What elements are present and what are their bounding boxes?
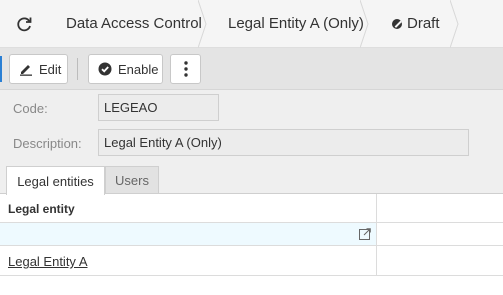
draft-status-icon xyxy=(392,18,402,29)
legal-entity-link[interactable]: Legal Entity A xyxy=(8,254,88,269)
enable-button-label: Enable xyxy=(118,61,159,77)
more-options-button[interactable] xyxy=(170,54,201,84)
breadcrumb-item-status: Draft xyxy=(370,0,460,48)
code-label: Code: xyxy=(13,101,48,116)
breadcrumb-separator xyxy=(450,0,459,48)
edit-button-label: Edit xyxy=(39,61,62,77)
breadcrumb-label: Legal Entity A (Only) xyxy=(228,15,364,32)
edit-button[interactable]: Edit xyxy=(9,54,68,84)
tab-legal-entities[interactable]: Legal entities xyxy=(6,166,105,195)
refresh-icon[interactable] xyxy=(0,0,48,48)
check-circle-icon xyxy=(98,62,112,76)
grid-header: Legal entity xyxy=(0,194,503,223)
status-label: Draft xyxy=(407,15,440,32)
grid-filter-row[interactable] xyxy=(0,223,376,246)
pencil-icon xyxy=(19,62,33,76)
tab-strip: Legal entities Users xyxy=(0,166,503,195)
description-label: Description: xyxy=(13,136,82,151)
code-value: LEGEAO xyxy=(104,100,158,115)
legal-entity-grid: Legal entity Legal Entity A xyxy=(0,193,503,295)
column-divider xyxy=(376,194,377,276)
code-field[interactable]: LEGEAO xyxy=(98,94,219,121)
breadcrumb-item-data-access-control[interactable]: Data Access Control xyxy=(48,0,208,48)
table-row[interactable]: Legal Entity A xyxy=(0,246,503,276)
focus-indicator xyxy=(0,56,2,82)
toolbar-divider xyxy=(77,58,78,80)
tab-users[interactable]: Users xyxy=(105,166,159,194)
description-value: Legal Entity A (Only) xyxy=(104,135,222,150)
column-header-legal-entity[interactable]: Legal entity xyxy=(8,202,75,216)
open-lookup-icon[interactable] xyxy=(359,228,371,240)
action-toolbar: Edit Enable xyxy=(0,48,503,90)
breadcrumb: Data Access Control Legal Entity A (Only… xyxy=(0,0,503,48)
enable-button[interactable]: Enable xyxy=(88,54,163,84)
vertical-ellipsis-icon xyxy=(183,61,188,77)
breadcrumb-separator xyxy=(360,0,369,48)
description-field[interactable]: Legal Entity A (Only) xyxy=(98,129,469,156)
breadcrumb-label: Data Access Control xyxy=(66,15,202,32)
breadcrumb-item-legal-entity[interactable]: Legal Entity A (Only) xyxy=(208,0,370,48)
breadcrumb-separator xyxy=(198,0,207,48)
grid-filter-row-spacer xyxy=(377,223,503,246)
